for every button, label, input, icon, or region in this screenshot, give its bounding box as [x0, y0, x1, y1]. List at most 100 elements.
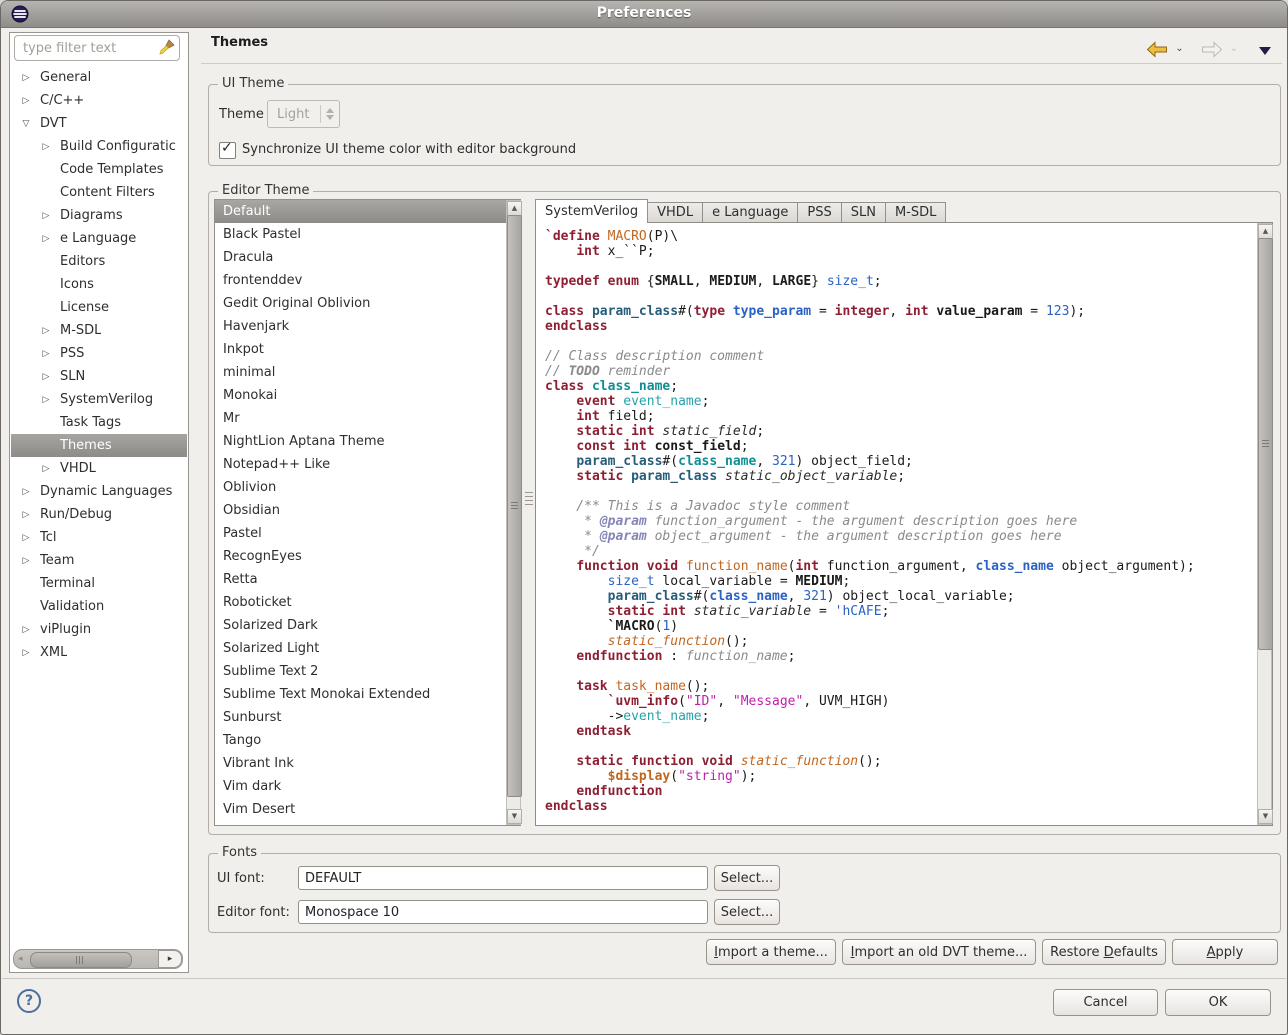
sidebar-item-pss[interactable]: ▷PSS	[11, 342, 187, 365]
theme-item-sublime-text-2[interactable]: Sublime Text 2	[215, 660, 520, 683]
theme-item-solarized-light[interactable]: Solarized Light	[215, 637, 520, 660]
tree-collapsed-arrow-icon[interactable]: ▷	[19, 96, 33, 106]
theme-item-black-pastel[interactable]: Black Pastel	[215, 223, 520, 246]
theme-item-inkpot[interactable]: Inkpot	[215, 338, 520, 361]
tree-collapsed-arrow-icon[interactable]: ▷	[39, 211, 53, 221]
theme-item-havenjark[interactable]: Havenjark	[215, 315, 520, 338]
theme-item-nightlion-aptana-theme[interactable]: NightLion Aptana Theme	[215, 430, 520, 453]
tab-m-sdl[interactable]: M-SDL	[886, 202, 946, 223]
back-history-chevron-icon[interactable]: ⌄	[1175, 44, 1183, 54]
tab-systemverilog[interactable]: SystemVerilog	[535, 199, 648, 223]
theme-item-roboticket[interactable]: Roboticket	[215, 591, 520, 614]
theme-item-mr[interactable]: Mr	[215, 407, 520, 430]
theme-preview-editor[interactable]: `define MACRO(P)\ int x_``P;typedef enum…	[535, 222, 1273, 826]
sidebar-item-c-c[interactable]: ▷C/C++	[11, 89, 187, 112]
sidebar-item-dynamic-languages[interactable]: ▷Dynamic Languages	[11, 480, 187, 503]
tree-collapsed-arrow-icon[interactable]: ▷	[39, 326, 53, 336]
scroll-right-arrow-icon[interactable]: ▸	[158, 950, 182, 968]
sidebar-hscroll-thumb[interactable]	[30, 952, 132, 968]
sidebar-item-e-language[interactable]: ▷e Language	[11, 227, 187, 250]
sidebar-item-run-debug[interactable]: ▷Run/Debug	[11, 503, 187, 526]
scroll-up-arrow-icon[interactable]: ▲	[507, 201, 522, 216]
theme-item-vibrant-ink[interactable]: Vibrant Ink	[215, 752, 520, 775]
ok-button[interactable]: OK	[1165, 989, 1271, 1016]
theme-item-sublime-text-monokai-extended[interactable]: Sublime Text Monokai Extended	[215, 683, 520, 706]
sidebar-item-terminal[interactable]: Terminal	[11, 572, 187, 595]
sidebar-item-license[interactable]: License	[11, 296, 187, 319]
theme-list-scroll-thumb[interactable]	[507, 215, 522, 797]
theme-item-default[interactable]: Default	[215, 200, 520, 223]
theme-item-sunburst[interactable]: Sunburst	[215, 706, 520, 729]
sidebar-item-build-configuratic[interactable]: ▷Build Configuratic	[11, 135, 187, 158]
theme-item-tango[interactable]: Tango	[215, 729, 520, 752]
editor-font-input[interactable]	[298, 900, 708, 924]
forward-history-chevron-icon[interactable]: ⌄	[1230, 44, 1238, 54]
sidebar-item-m-sdl[interactable]: ▷M-SDL	[11, 319, 187, 342]
sidebar-item-viplugin[interactable]: ▷viPlugin	[11, 618, 187, 641]
sidebar-item-xml[interactable]: ▷XML	[11, 641, 187, 664]
theme-item-retta[interactable]: Retta	[215, 568, 520, 591]
theme-item-notepad-like[interactable]: Notepad++ Like	[215, 453, 520, 476]
editor-scrollbar[interactable]: ▲ ▼	[1257, 223, 1272, 825]
theme-item-vim-dark[interactable]: Vim dark	[215, 775, 520, 798]
help-button[interactable]: ?	[17, 989, 41, 1013]
view-menu-icon[interactable]	[1259, 47, 1271, 61]
forward-arrow-icon[interactable]	[1201, 41, 1223, 58]
sidebar-item-systemverilog[interactable]: ▷SystemVerilog	[11, 388, 187, 411]
sidebar-item-diagrams[interactable]: ▷Diagrams	[11, 204, 187, 227]
ui-font-select-button[interactable]: Select...	[714, 865, 780, 891]
tree-expanded-arrow-icon[interactable]: ▽	[19, 119, 33, 129]
tree-collapsed-arrow-icon[interactable]: ▷	[19, 648, 33, 658]
theme-item-monokai[interactable]: Monokai	[215, 384, 520, 407]
tree-collapsed-arrow-icon[interactable]: ▷	[39, 349, 53, 359]
theme-item-frontenddev[interactable]: frontenddev	[215, 269, 520, 292]
theme-item-recogneyes[interactable]: RecognEyes	[215, 545, 520, 568]
sidebar-item-tcl[interactable]: ▷Tcl	[11, 526, 187, 549]
tree-collapsed-arrow-icon[interactable]: ▷	[39, 142, 53, 152]
sync-theme-checkbox[interactable]	[219, 142, 236, 159]
sidebar-horizontal-scrollbar[interactable]: ◂ ▸	[13, 949, 183, 969]
editor-scroll-thumb[interactable]	[1258, 238, 1273, 650]
tree-collapsed-arrow-icon[interactable]: ▷	[39, 395, 53, 405]
back-arrow-icon[interactable]	[1146, 41, 1168, 58]
sidebar-item-editors[interactable]: Editors	[11, 250, 187, 273]
scroll-down-arrow-icon[interactable]: ▼	[507, 809, 522, 824]
tab-vhdl[interactable]: VHDL	[648, 202, 703, 223]
splitter-grip-icon[interactable]	[525, 492, 533, 508]
sidebar-item-team[interactable]: ▷Team	[11, 549, 187, 572]
cancel-button[interactable]: Cancel	[1053, 989, 1158, 1016]
sidebar-item-task-tags[interactable]: Task Tags	[11, 411, 187, 434]
import-old-theme-button[interactable]: Import an old DVT theme...	[842, 939, 1036, 965]
theme-item-minimal[interactable]: minimal	[215, 361, 520, 384]
tree-collapsed-arrow-icon[interactable]: ▷	[19, 73, 33, 83]
restore-defaults-button[interactable]: Restore Defaults	[1042, 939, 1166, 965]
tree-collapsed-arrow-icon[interactable]: ▷	[19, 556, 33, 566]
import-theme-button[interactable]: Import a theme...	[706, 939, 836, 965]
ui-font-input[interactable]	[298, 866, 708, 890]
editor-font-select-button[interactable]: Select...	[714, 899, 780, 925]
sidebar-item-sln[interactable]: ▷SLN	[11, 365, 187, 388]
tree-collapsed-arrow-icon[interactable]: ▷	[39, 372, 53, 382]
scroll-down-arrow-icon[interactable]: ▼	[1258, 809, 1273, 824]
sidebar-item-code-templates[interactable]: Code Templates	[11, 158, 187, 181]
clear-filter-brush-icon[interactable]	[159, 39, 175, 55]
theme-item-vim-desert[interactable]: Vim Desert	[215, 798, 520, 821]
tab-pss[interactable]: PSS	[798, 202, 841, 223]
theme-item-solarized-dark[interactable]: Solarized Dark	[215, 614, 520, 637]
tree-collapsed-arrow-icon[interactable]: ▷	[39, 234, 53, 244]
theme-item-pastel[interactable]: Pastel	[215, 522, 520, 545]
sidebar-item-vhdl[interactable]: ▷VHDL	[11, 457, 187, 480]
filter-field[interactable]	[14, 35, 180, 61]
tree-collapsed-arrow-icon[interactable]: ▷	[19, 533, 33, 543]
scroll-left-arrow-icon[interactable]: ◂	[18, 951, 23, 967]
theme-item-dracula[interactable]: Dracula	[215, 246, 520, 269]
theme-list-scrollbar[interactable]: ▲ ▼	[506, 200, 521, 825]
scroll-up-arrow-icon[interactable]: ▲	[1258, 224, 1273, 239]
sidebar-item-themes[interactable]: Themes	[11, 434, 187, 457]
tree-collapsed-arrow-icon[interactable]: ▷	[19, 487, 33, 497]
sidebar-item-general[interactable]: ▷General	[11, 66, 187, 89]
sidebar-item-content-filters[interactable]: Content Filters	[11, 181, 187, 204]
tree-collapsed-arrow-icon[interactable]: ▷	[19, 625, 33, 635]
sidebar-item-icons[interactable]: Icons	[11, 273, 187, 296]
apply-button[interactable]: Apply	[1172, 939, 1278, 965]
